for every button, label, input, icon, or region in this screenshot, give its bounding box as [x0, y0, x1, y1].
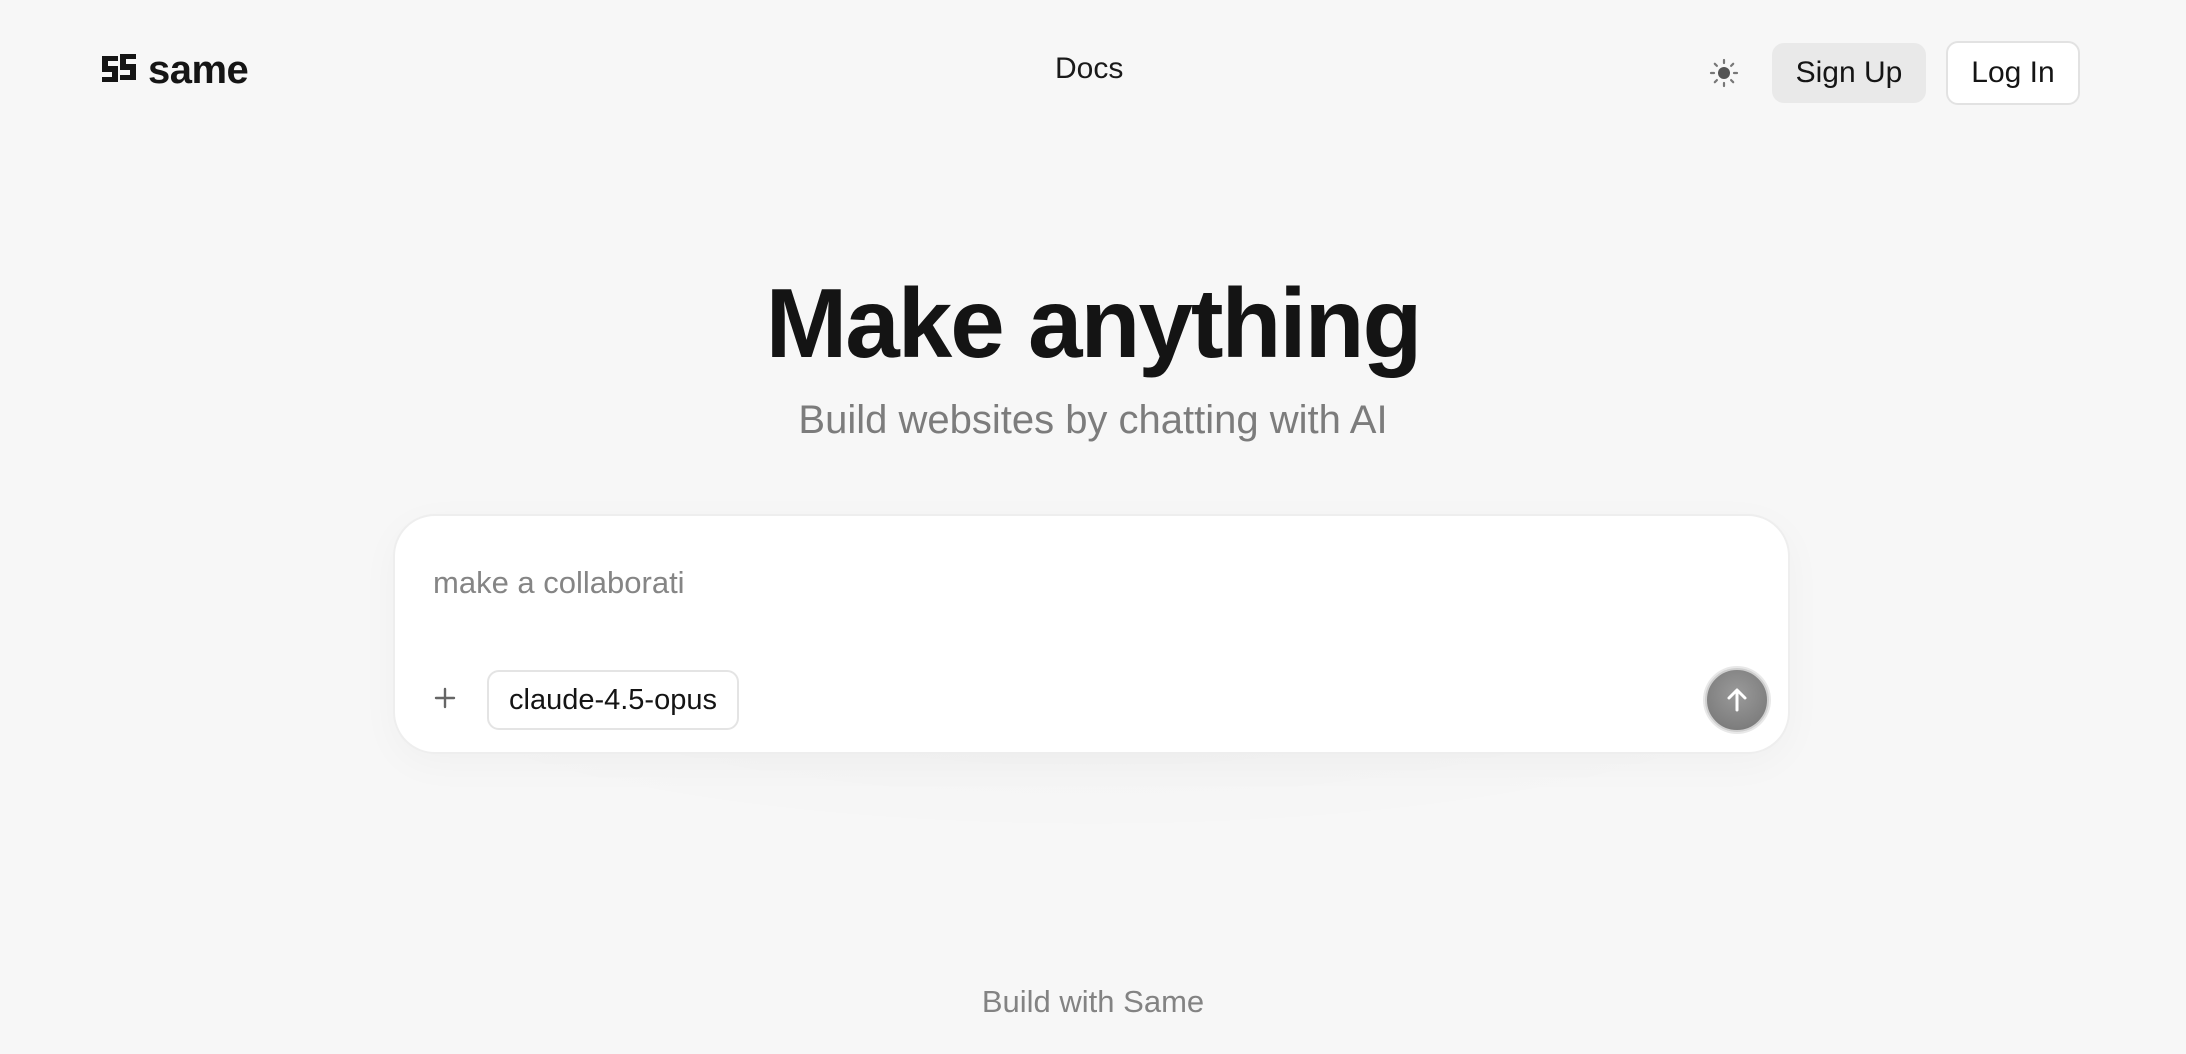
prompt-card: claude-4.5-opus: [393, 514, 1790, 754]
hero-subtitle: Build websites by chatting with AI: [798, 398, 1388, 442]
sun-icon: [1709, 58, 1739, 88]
plus-icon: [434, 687, 456, 709]
prompt-input[interactable]: [433, 558, 1733, 608]
logo-text: same: [148, 48, 249, 92]
sign-up-button[interactable]: Sign Up: [1772, 43, 1926, 103]
footer-build-with-same[interactable]: Build with Same: [0, 983, 2186, 1020]
nav-docs-link[interactable]: Docs: [1055, 54, 1123, 84]
same-logo-icon: [102, 54, 136, 82]
page: same Docs Sign Up Log In Make anything B…: [0, 0, 2186, 1054]
model-selector-button[interactable]: claude-4.5-opus: [487, 670, 739, 730]
hero-title: Make anything: [765, 268, 1423, 378]
log-in-button[interactable]: Log In: [1946, 41, 2080, 105]
arrow-up-icon: [1727, 688, 1747, 712]
same-logo[interactable]: same: [100, 48, 249, 92]
send-button[interactable]: [1705, 668, 1769, 732]
attach-button[interactable]: [425, 678, 465, 718]
theme-toggle-button[interactable]: [1706, 55, 1742, 91]
